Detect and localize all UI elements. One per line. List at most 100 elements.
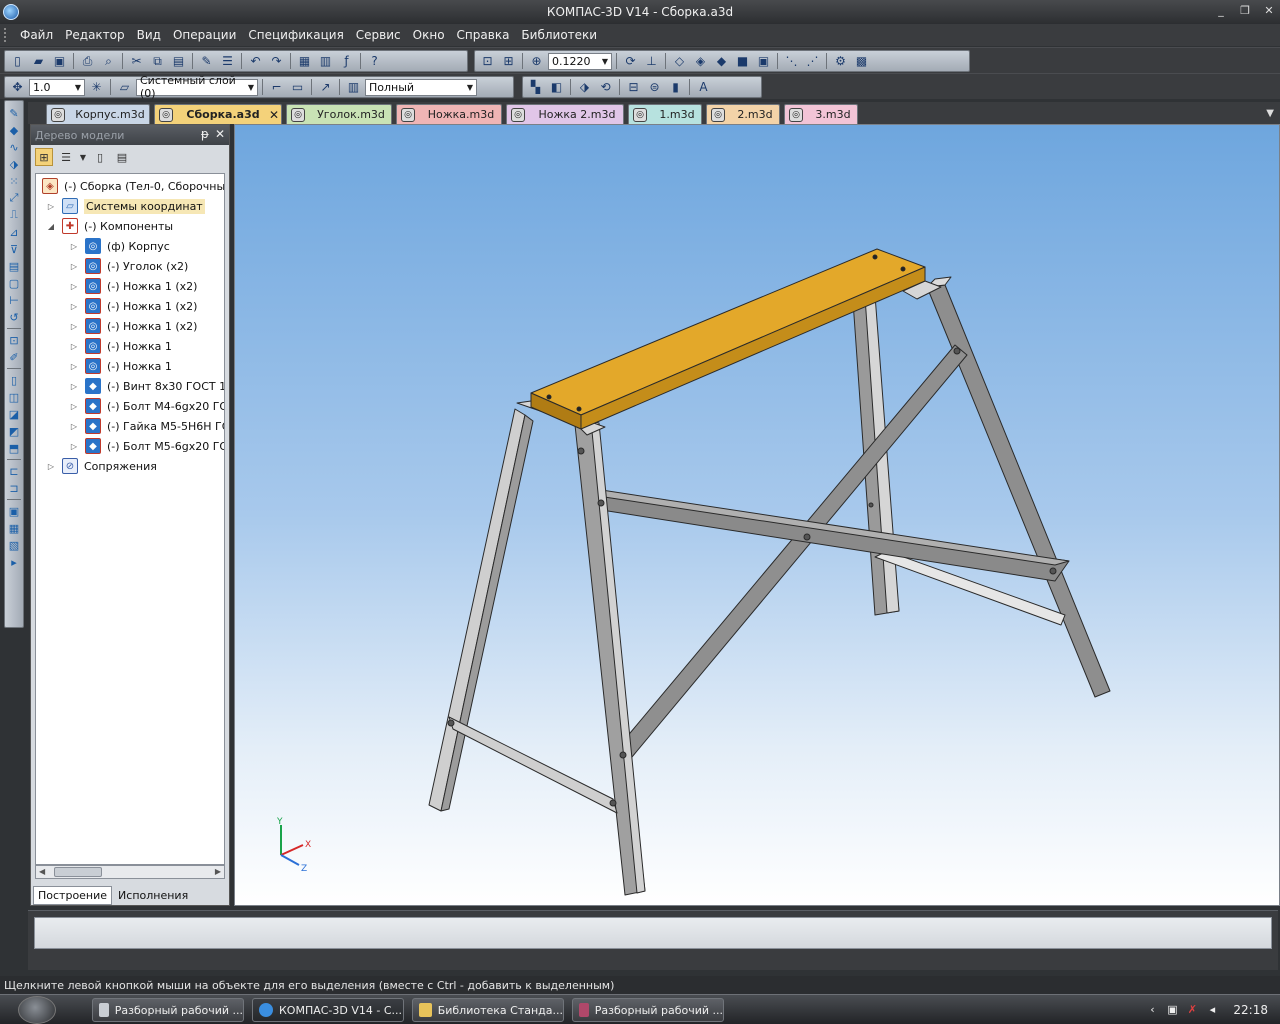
tray-expand-icon[interactable]: ‹ (1145, 1003, 1159, 1017)
tree-node-component[interactable]: ▷ ◎ (-) Ножка 1 (x2) (69, 296, 197, 316)
taskbar-button-library[interactable]: Библиотека Станда... (412, 998, 564, 1022)
tree-view-mode-icon[interactable]: ☰ (57, 148, 75, 166)
texture-icon[interactable]: ▚ (526, 78, 545, 96)
expand-icon[interactable]: ▷ (69, 442, 79, 451)
view-op-icon[interactable]: ⊡ (6, 332, 22, 348)
style-combo[interactable]: Полный ▼ (365, 78, 477, 96)
tab-2[interactable]: ◎ 2.m3d (706, 104, 780, 124)
tabs-menu-icon[interactable]: ▼ (1266, 108, 1274, 119)
expand-icon[interactable]: ▷ (69, 342, 79, 351)
tab-1[interactable]: ◎ 1.m3d (628, 104, 702, 124)
step-combo[interactable]: 1.0 ▼ (29, 78, 85, 96)
view-settings-icon[interactable]: ⚙ (831, 52, 850, 70)
menu-libraries[interactable]: Библиотеки (515, 28, 603, 42)
expand-icon[interactable]: ▷ (69, 362, 79, 371)
tree-node-component[interactable]: ▷ ◎ (ф) Корпус (69, 236, 170, 256)
reports-icon[interactable]: ▢ (6, 275, 22, 291)
new-document-icon[interactable]: ▯ (8, 52, 27, 70)
tab-sborka[interactable]: ◎ Сборка.a3d ✕ (154, 104, 282, 124)
minimize-button[interactable]: _ (1214, 4, 1228, 18)
layer-combo[interactable]: Системный слой (0) ▼ (136, 74, 258, 100)
box-icon[interactable]: ▯ (6, 372, 22, 388)
stack-tool-icon[interactable]: ▧ (6, 537, 22, 553)
elements-icon[interactable]: ⊢ (6, 292, 22, 308)
volume-icon[interactable]: ◂ (1205, 1003, 1219, 1017)
cube-icon[interactable]: ◫ (6, 389, 22, 405)
expand-icon[interactable]: ▷ (69, 422, 79, 431)
step-icon[interactable]: ✥ (8, 78, 27, 96)
loft-icon[interactable]: ⬒ (6, 440, 22, 456)
list-icon[interactable]: ☰ (218, 52, 237, 70)
editor-op-icon[interactable]: ✐ (6, 349, 22, 365)
tree-node-root[interactable]: ◈ (-) Сборка (Тел-0, Сборочных е (42, 176, 224, 196)
expand-icon[interactable]: ▷ (69, 242, 79, 251)
expand-icon[interactable]: ▷ (69, 322, 79, 331)
filter-tool-icon[interactable]: ⊽ (6, 241, 22, 257)
cut-icon[interactable]: ✂ (127, 52, 146, 70)
variables-icon[interactable]: ƒ (337, 52, 356, 70)
print-icon[interactable]: ⎙ (78, 52, 97, 70)
snap-icon[interactable]: ✳ (87, 78, 106, 96)
insert-tool-icon[interactable]: ▦ (6, 520, 22, 536)
zoom-combo[interactable]: 0.1220 ▼ (548, 52, 612, 70)
tree-node-component[interactable]: ▷ ◆ (-) Болт М4-6gx20 ГОС (69, 396, 224, 416)
menu-help[interactable]: Справка (451, 28, 516, 42)
tree-node-component[interactable]: ▷ ◎ (-) Ножка 1 (x2) (69, 276, 197, 296)
orientation-current-icon[interactable]: ↗ (316, 78, 335, 96)
tree-node-components[interactable]: ◢ ✚ (-) Компоненты (46, 216, 173, 236)
curves-icon[interactable]: ∿ (6, 139, 22, 155)
tree-node-component[interactable]: ▷ ◎ (-) Ножка 1 (69, 356, 172, 376)
menu-file[interactable]: Файл (14, 28, 59, 42)
manager-icon[interactable]: ▦ (295, 52, 314, 70)
chevron-down-icon[interactable]: ▼ (79, 148, 87, 166)
orientation-icon[interactable]: ⊥ (642, 52, 661, 70)
rotate-component-icon[interactable]: ⟲ (596, 78, 615, 96)
tree-doc-icon[interactable]: ▯ (91, 148, 109, 166)
hidden-lines-icon[interactable]: ◈ (691, 52, 710, 70)
print-preview-icon[interactable]: ⌕ (99, 52, 118, 70)
properties-field[interactable] (34, 917, 1272, 949)
sheet-metal-icon[interactable]: ↺ (6, 309, 22, 325)
measure-tool-icon[interactable]: ⊿ (6, 224, 22, 240)
scroll-thumb[interactable] (54, 867, 102, 877)
layer-icon[interactable]: ▱ (115, 78, 134, 96)
local-cs-icon[interactable]: ⌐ (267, 78, 286, 96)
tab-nozhka[interactable]: ◎ Ножка.m3d (396, 104, 502, 124)
copy-icon[interactable]: ⧉ (148, 52, 167, 70)
spec-tool-icon[interactable]: ▤ (6, 258, 22, 274)
plane-icon[interactable]: ▭ (288, 78, 307, 96)
extrude-icon[interactable]: ◪ (6, 406, 22, 422)
arrays-icon[interactable]: ⁙ (6, 173, 22, 189)
edit-assembly-icon[interactable]: ✎ (6, 105, 22, 121)
mate-icon[interactable]: ⊜ (645, 78, 664, 96)
zoom-in-icon[interactable]: ⊕ (527, 52, 546, 70)
menu-grip[interactable] (4, 28, 8, 42)
zoom-window-icon[interactable]: ⊡ (478, 52, 497, 70)
tree-structure-icon[interactable]: ⊞ (35, 148, 53, 166)
revolve-icon[interactable]: ◩ (6, 423, 22, 439)
network-icon[interactable]: ▣ (1165, 1003, 1179, 1017)
expand-icon[interactable]: ▷ (69, 402, 79, 411)
redo-icon[interactable]: ↷ (267, 52, 286, 70)
start-button[interactable] (18, 995, 56, 1024)
tree-node-mates[interactable]: ▷ ⊘ Сопряжения (46, 456, 157, 476)
tree-node-component[interactable]: ▷ ◆ (-) Винт 8x30 ГОСТ 106 (69, 376, 224, 396)
filter-icon[interactable]: ⋰ (803, 52, 822, 70)
halftone-icon[interactable]: ■ (733, 52, 752, 70)
halftone-edges-icon[interactable]: ▣ (754, 52, 773, 70)
expand-icon[interactable]: ▷ (69, 282, 79, 291)
tab-versions[interactable]: Исполнения (114, 887, 192, 904)
expand-icon[interactable]: ▷ (46, 462, 56, 471)
tree-node-component[interactable]: ▷ ◎ (-) Уголок (x2) (69, 256, 188, 276)
tree-horizontal-scrollbar[interactable]: ◀ ▶ (35, 865, 225, 879)
style-icon[interactable]: ▥ (344, 78, 363, 96)
tab-nozhka-2[interactable]: ◎ Ножка 2.m3d (506, 104, 624, 124)
surfaces-icon[interactable]: ⬗ (6, 156, 22, 172)
pin-icon[interactable]: ᵽ (201, 127, 209, 141)
model-tree[interactable]: ◈ (-) Сборка (Тел-0, Сборочных е ▷ ▱ Сис… (35, 173, 225, 865)
undo-icon[interactable]: ↶ (246, 52, 265, 70)
zoom-all-icon[interactable]: ⊞ (499, 52, 518, 70)
aux-geometry-icon[interactable]: ⤢ (6, 190, 22, 206)
taskbar-button-kompas[interactable]: КОМПАС-3D V14 - С... (252, 998, 404, 1022)
antivirus-icon[interactable]: ✗ (1185, 1003, 1199, 1017)
